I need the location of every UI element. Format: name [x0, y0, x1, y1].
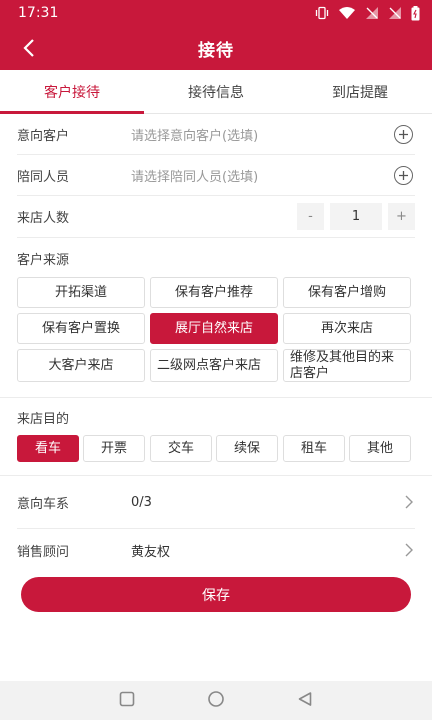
source-option[interactable]: 开拓渠道 — [17, 277, 145, 308]
source-option[interactable]: 保有客户置换 — [17, 313, 145, 344]
back-arrow-icon — [23, 39, 34, 57]
system-nav-bar — [0, 681, 432, 720]
square-icon[interactable] — [119, 691, 135, 711]
source-option[interactable]: 维修及其他目的来店客户 — [283, 349, 411, 382]
increment-button[interactable]: + — [388, 203, 415, 230]
companion-row[interactable]: 陪同人员 请选择陪同人员(选填) — [17, 155, 415, 196]
purpose-option[interactable]: 交车 — [150, 435, 212, 462]
intent-series-row[interactable]: 意向车系 0/3 — [17, 476, 415, 529]
add-intent-customer-icon[interactable] — [394, 124, 413, 144]
intent-series-label: 意向车系 — [17, 496, 70, 512]
purpose-option[interactable]: 开票 — [83, 435, 145, 462]
visit-purpose-label: 来店目的 — [17, 412, 70, 427]
visitor-count-label: 来店人数 — [17, 211, 70, 226]
tab-reception-info[interactable]: 接待信息 — [144, 70, 288, 113]
source-option[interactable]: 保有客户增购 — [283, 277, 411, 308]
sales-consultant-label: 销售顾问 — [17, 544, 70, 560]
back-button[interactable] — [14, 34, 44, 62]
tab-visit-reminder[interactable]: 到店提醒 — [288, 70, 432, 113]
tab-bar: 客户接待 接待信息 到店提醒 — [0, 70, 432, 114]
chevron-right-icon — [405, 495, 413, 509]
circle-icon[interactable] — [207, 690, 225, 712]
decrement-button[interactable]: - — [297, 203, 324, 230]
sales-consultant-value: 黄友权 — [131, 544, 171, 560]
intent-series-value: 0/3 — [131, 494, 152, 510]
triangle-back-icon[interactable] — [297, 691, 313, 711]
tab-customer-reception[interactable]: 客户接待 — [0, 70, 144, 114]
status-icons — [315, 5, 420, 21]
source-option[interactable]: 二级网点客户来店 — [150, 349, 278, 382]
purpose-option[interactable]: 租车 — [283, 435, 345, 462]
status-bar: 17:31 — [0, 0, 432, 26]
source-option[interactable]: 大客户来店 — [17, 349, 145, 382]
companion-label: 陪同人员 — [17, 169, 70, 185]
section-divider — [0, 397, 432, 398]
app-bar: 接待 — [0, 26, 432, 70]
purpose-option[interactable]: 续保 — [216, 435, 278, 462]
page-title: 接待 — [198, 40, 234, 61]
status-time: 17:31 — [18, 5, 59, 21]
signal-off-icon — [365, 6, 379, 20]
visitor-count-stepper: - 1 + — [297, 203, 415, 230]
intent-customer-row[interactable]: 意向客户 请选择意向客户(选填) — [17, 114, 415, 155]
signal-off-icon — [388, 6, 402, 20]
visitor-count-value[interactable]: 1 — [330, 203, 382, 230]
battery-icon — [411, 5, 420, 21]
source-option-selected[interactable]: 展厅自然来店 — [150, 313, 278, 344]
source-option[interactable]: 再次来店 — [283, 313, 411, 344]
source-option[interactable]: 保有客户推荐 — [150, 277, 278, 308]
purpose-option[interactable]: 其他 — [349, 435, 411, 462]
sales-consultant-row[interactable]: 销售顾问 黄友权 — [17, 529, 415, 571]
customer-source-label: 客户来源 — [17, 253, 70, 268]
wifi-icon — [338, 6, 356, 20]
intent-customer-label: 意向客户 — [17, 128, 70, 144]
add-companion-icon[interactable] — [394, 165, 413, 185]
intent-customer-placeholder: 请选择意向客户(选填) — [131, 128, 259, 144]
visitor-count-row: 来店人数 - 1 + — [17, 196, 415, 238]
purpose-option-selected[interactable]: 看车 — [17, 435, 79, 462]
chevron-right-icon — [405, 543, 413, 557]
companion-placeholder: 请选择陪同人员(选填) — [131, 169, 259, 185]
save-button[interactable]: 保存 — [21, 577, 411, 612]
vibrate-icon — [315, 6, 329, 20]
